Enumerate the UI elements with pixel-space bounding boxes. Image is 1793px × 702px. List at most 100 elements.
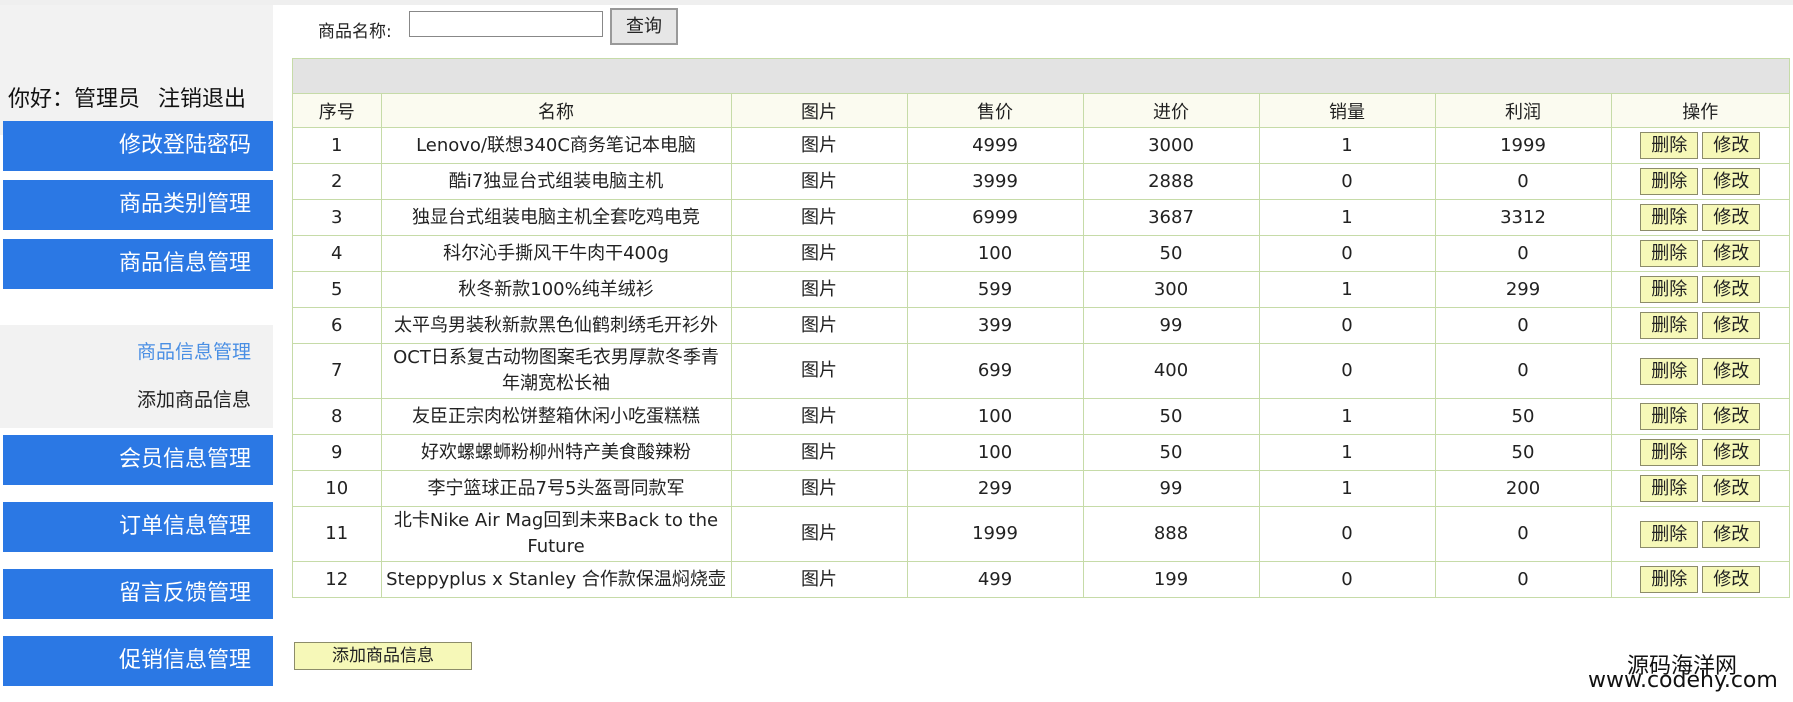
delete-button[interactable]: 删除 — [1640, 520, 1699, 548]
cell-cost: 300 — [1082, 271, 1260, 308]
cell-image-link[interactable]: 图片 — [730, 343, 908, 399]
cell-name: 友臣正宗肉松饼整箱休闲小吃蛋糕糕 — [380, 398, 732, 435]
cell-image-link[interactable]: 图片 — [730, 235, 908, 272]
cell-cost: 99 — [1082, 307, 1260, 344]
table-row: 6 太平鸟男装秋新款黑色仙鹤刺绣毛开衫外 图片 399 99 0 0 删除 修改 — [293, 307, 1789, 344]
logout-link[interactable]: 注销退出 — [158, 87, 246, 112]
cell-no: 1 — [293, 127, 382, 164]
cell-no: 12 — [293, 561, 382, 597]
cell-price: 3999 — [906, 163, 1084, 200]
cell-price: 299 — [906, 470, 1084, 507]
header-name: 名称 — [380, 94, 732, 128]
header-profit: 利润 — [1434, 94, 1612, 128]
edit-button[interactable]: 修改 — [1702, 168, 1761, 195]
menu-order-manage[interactable]: 订单信息管理 — [3, 502, 273, 552]
cell-image-link[interactable]: 图片 — [730, 398, 908, 435]
cell-image-link[interactable]: 图片 — [730, 271, 908, 308]
table-row: 2 酷i7独显台式组装电脑主机 图片 3999 2888 0 0 删除 修改 — [293, 163, 1789, 200]
cell-image-link[interactable]: 图片 — [730, 506, 908, 562]
table-row: 4 科尔沁手撕风干牛肉干400g 图片 100 50 0 0 删除 修改 — [293, 235, 1789, 272]
edit-button[interactable]: 修改 — [1702, 357, 1761, 385]
delete-button[interactable]: 删除 — [1640, 168, 1699, 195]
cell-no: 7 — [293, 343, 382, 399]
edit-button[interactable]: 修改 — [1702, 240, 1761, 267]
cell-sales: 0 — [1258, 506, 1436, 562]
table-row: 10 李宁篮球正品7号5头盔哥同款军 图片 299 99 1 200 删除 修改 — [293, 470, 1789, 507]
cell-price: 499 — [906, 561, 1084, 597]
table-row: 9 好欢螺螺蛳粉柳州特产美食酸辣粉 图片 100 50 1 50 删除 修改 — [293, 434, 1789, 471]
cell-image-link[interactable]: 图片 — [730, 127, 908, 164]
edit-button[interactable]: 修改 — [1702, 276, 1761, 303]
cell-price: 6999 — [906, 199, 1084, 236]
edit-button[interactable]: 修改 — [1702, 520, 1761, 548]
delete-button[interactable]: 删除 — [1640, 312, 1699, 339]
submenu: 商品信息管理 添加商品信息 — [0, 325, 273, 428]
delete-button[interactable]: 删除 — [1640, 566, 1699, 593]
cell-sales: 0 — [1258, 235, 1436, 272]
header-sales: 销量 — [1258, 94, 1436, 128]
cell-name: 酷i7独显台式组装电脑主机 — [380, 163, 732, 200]
delete-button[interactable]: 删除 — [1640, 403, 1699, 430]
cell-image-link[interactable]: 图片 — [730, 561, 908, 597]
cell-sales: 0 — [1258, 561, 1436, 597]
menu-product-manage[interactable]: 商品信息管理 — [3, 239, 273, 289]
cell-profit: 299 — [1434, 271, 1612, 308]
edit-button[interactable]: 修改 — [1702, 403, 1761, 430]
menu-change-password[interactable]: 修改登陆密码 — [3, 121, 273, 171]
cell-image-link[interactable]: 图片 — [730, 199, 908, 236]
submenu-product-manage[interactable]: 商品信息管理 — [137, 337, 251, 364]
cell-profit: 0 — [1434, 506, 1612, 562]
delete-button[interactable]: 删除 — [1640, 475, 1699, 502]
delete-button[interactable]: 删除 — [1640, 439, 1699, 466]
menu-promotion-manage[interactable]: 促销信息管理 — [3, 636, 273, 686]
edit-button[interactable]: 修改 — [1702, 132, 1761, 159]
delete-button[interactable]: 删除 — [1640, 204, 1699, 231]
header-price: 售价 — [906, 94, 1084, 128]
table-row: 7 OCT日系复古动物图案毛衣男厚款冬季青年潮宽松长袖 图片 699 400 0 0 删除 修改 — [293, 343, 1789, 399]
cell-no: 3 — [293, 199, 382, 236]
table-row: 1 Lenovo/联想340C商务笔记本电脑 图片 4999 3000 1 1999 删除 修改 — [293, 127, 1789, 164]
cell-name: 李宁篮球正品7号5头盔哥同款军 — [380, 470, 732, 507]
cell-name: 北卡Nike Air Mag回到未来Back to the Future — [380, 506, 732, 562]
header-image: 图片 — [730, 94, 908, 128]
delete-button[interactable]: 删除 — [1640, 240, 1699, 267]
edit-button[interactable]: 修改 — [1702, 475, 1761, 502]
search-label: 商品名称: — [318, 22, 392, 42]
cell-sales: 0 — [1258, 307, 1436, 344]
delete-button[interactable]: 删除 — [1640, 132, 1699, 159]
edit-button[interactable]: 修改 — [1702, 204, 1761, 231]
table-caption-bar — [293, 59, 1789, 94]
cell-image-link[interactable]: 图片 — [730, 307, 908, 344]
table-header-row: 序号 名称 图片 售价 进价 销量 利润 操作 — [293, 94, 1789, 128]
add-product-button[interactable]: 添加商品信息 — [294, 642, 472, 670]
cell-cost: 400 — [1082, 343, 1260, 399]
cell-no: 5 — [293, 271, 382, 308]
search-input[interactable] — [409, 11, 603, 37]
edit-button[interactable]: 修改 — [1702, 566, 1761, 593]
delete-button[interactable]: 删除 — [1640, 357, 1699, 385]
search-button[interactable]: 查询 — [610, 8, 678, 45]
edit-button[interactable]: 修改 — [1702, 312, 1761, 339]
cell-price: 100 — [906, 434, 1084, 471]
header-no: 序号 — [293, 94, 382, 128]
cell-sales: 0 — [1258, 343, 1436, 399]
cell-actions: 删除 修改 — [1610, 271, 1789, 308]
submenu-add-product[interactable]: 添加商品信息 — [137, 385, 251, 412]
menu-member-manage[interactable]: 会员信息管理 — [3, 435, 273, 485]
edit-button[interactable]: 修改 — [1702, 439, 1761, 466]
delete-button[interactable]: 删除 — [1640, 276, 1699, 303]
cell-sales: 1 — [1258, 470, 1436, 507]
cell-sales: 1 — [1258, 398, 1436, 435]
header-actions: 操作 — [1610, 94, 1789, 128]
cell-image-link[interactable]: 图片 — [730, 163, 908, 200]
cell-image-link[interactable]: 图片 — [730, 470, 908, 507]
cell-profit: 1999 — [1434, 127, 1612, 164]
cell-cost: 50 — [1082, 434, 1260, 471]
cell-image-link[interactable]: 图片 — [730, 434, 908, 471]
sidebar: 你好：管理员 注销退出 修改登陆密码 商品类别管理 商品信息管理 商品信息管理 添… — [0, 5, 273, 702]
menu-category-manage[interactable]: 商品类别管理 — [3, 180, 273, 230]
table-row: 8 友臣正宗肉松饼整箱休闲小吃蛋糕糕 图片 100 50 1 50 删除 修改 — [293, 398, 1789, 435]
cell-sales: 1 — [1258, 434, 1436, 471]
menu-feedback-manage[interactable]: 留言反馈管理 — [3, 569, 273, 619]
cell-price: 4999 — [906, 127, 1084, 164]
